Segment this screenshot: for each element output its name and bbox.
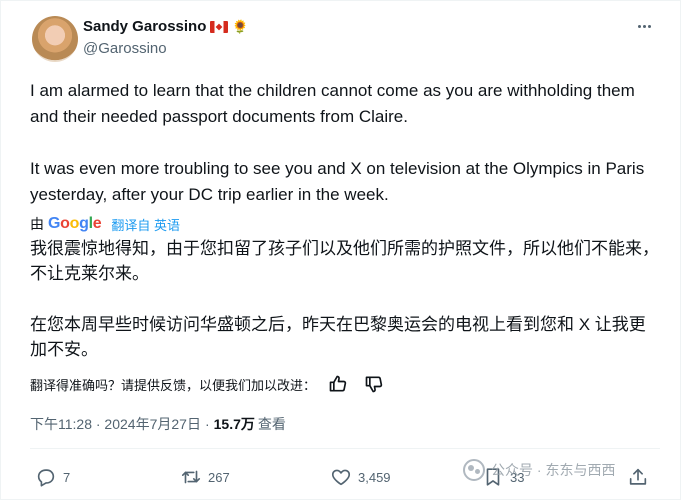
tweet-action-bar: 7 267 3,459 33 [30,459,660,495]
translated-from-link[interactable]: 翻译自 英语 [111,215,180,234]
translation-feedback: 翻译得准确吗？请提供反馈，以便我们加以改进： [30,374,384,394]
views-label: 查看 [257,416,286,432]
divider [30,448,660,449]
translated-by-label: 由 [30,216,44,232]
more-options-icon[interactable] [633,15,655,37]
reply-icon [37,469,55,487]
retweet-icon [181,470,201,484]
tweet-text-translated: 我很震惊地得知，由于您扣留了孩子们以及他们所需的护照文件，所以他们不能来，不让克… [30,236,660,362]
bookmark-icon [486,468,500,486]
tweet-paragraph-en-1: I am alarmed to learn that the children … [30,81,635,126]
views-count: 15.7万 [213,416,255,432]
author-display-name[interactable]: Sandy Garossino [83,18,206,35]
sunflower-emoji: 🌻 [232,19,249,34]
like-count: 3,459 [358,469,391,485]
bookmark-count: 33 [510,469,525,485]
canada-flag-icon [210,20,229,33]
like-button[interactable]: 3,459 [330,459,391,495]
google-logo: Google [48,215,102,232]
reply-button[interactable]: 7 [35,459,70,495]
avatar[interactable] [32,16,78,62]
tweet-paragraph-zh-1: 我很震惊地得知，由于您扣留了孩子们以及他们所需的护照文件，所以他们不能来，不让克… [30,239,659,283]
share-icon [629,468,647,485]
tweet-card: Sandy Garossino 🌻 @Garossino I am alarme… [0,0,681,500]
tweet-text-original: I am alarmed to learn that the children … [30,78,660,208]
author-name-row: Sandy Garossino 🌻 [83,18,249,35]
retweet-count: 267 [208,469,230,485]
tweet-paragraph-zh-2: 在您本周早些时候访问华盛顿之后，昨天在巴黎奥运会的电视上看到您和 X 让我更加不… [30,315,646,359]
thumbs-up-icon[interactable] [328,374,348,394]
author-handle[interactable]: @Garossino [83,40,167,57]
bookmark-button[interactable]: 33 [482,459,524,495]
feedback-prompt: 翻译得准确吗？请提供反馈，以便我们加以改进： [30,377,317,393]
thumbs-down-icon[interactable] [364,374,384,394]
translation-attribution: 由 Google 翻译自 英语 [30,214,180,234]
tweet-timestamp[interactable]: 下午11:28 · 2024年7月27日 [30,414,201,434]
tweet-paragraph-en-2: It was even more troubling to see you an… [30,159,645,204]
reply-count: 7 [63,469,71,485]
tweet-meta: 下午11:28 · 2024年7月27日 · 15.7万 查看 [30,414,286,434]
retweet-button[interactable]: 267 [180,459,230,495]
heart-icon [331,469,351,486]
share-button[interactable] [627,459,649,495]
